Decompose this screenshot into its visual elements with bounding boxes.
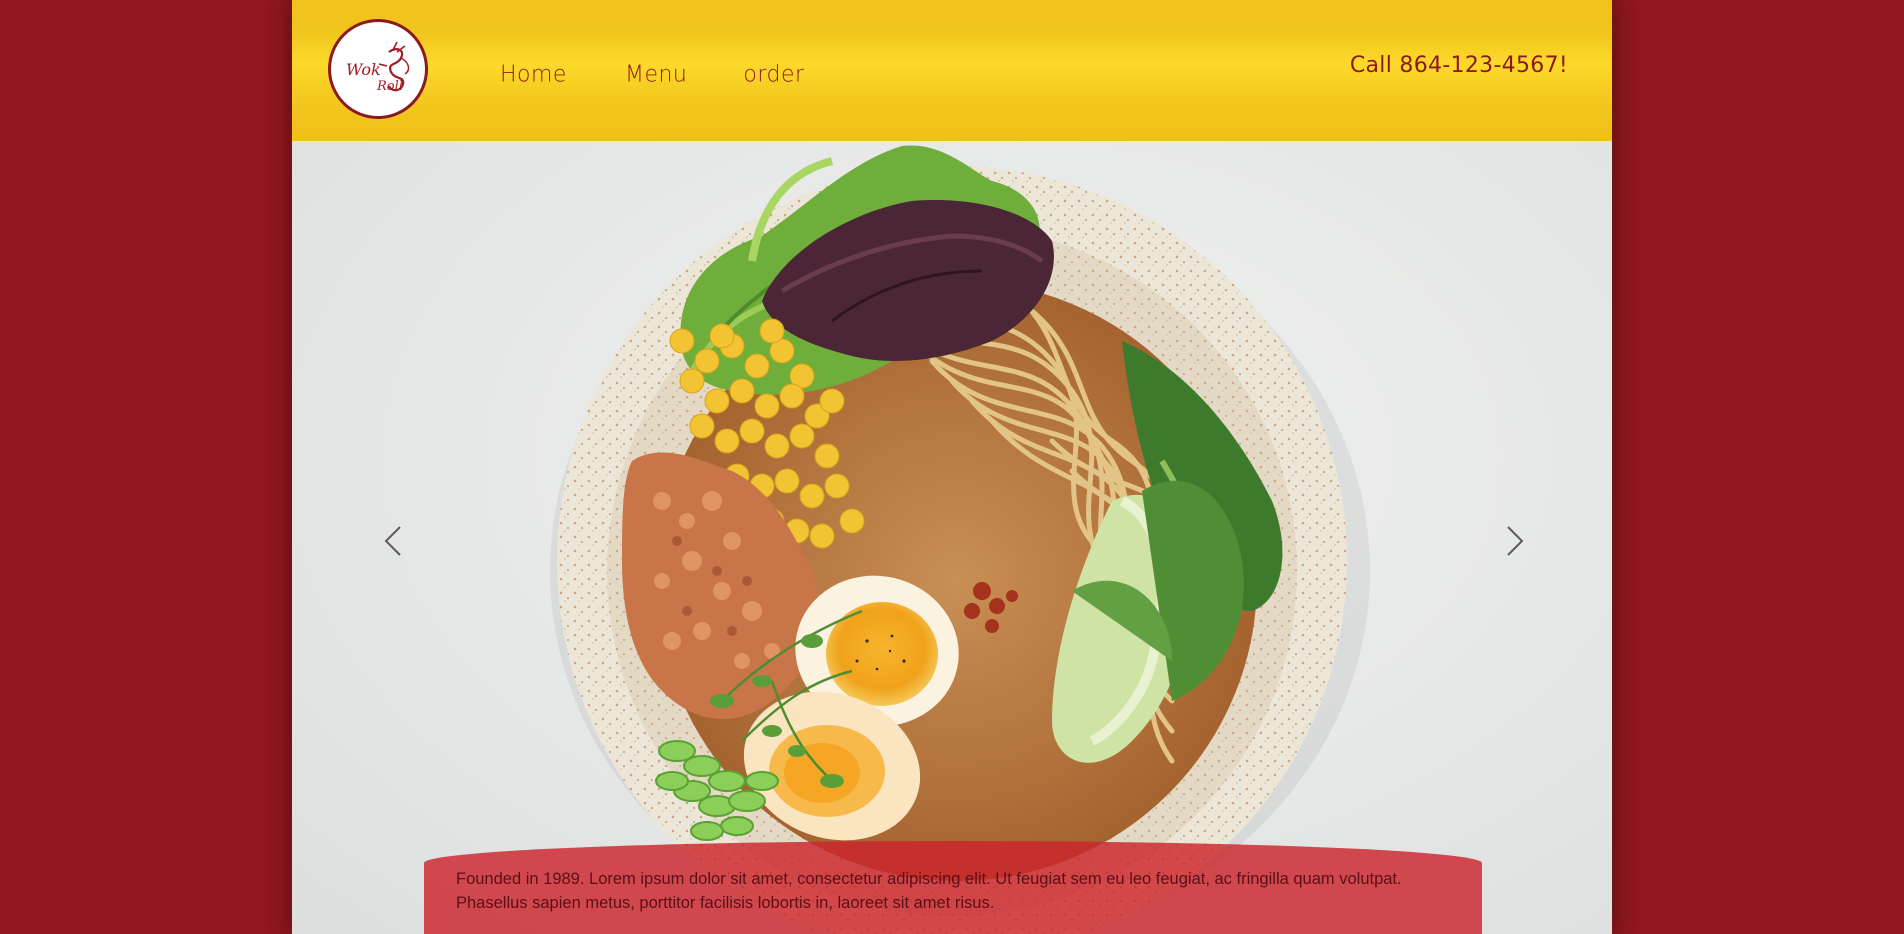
hero-caption: Founded in 1989. Lorem ipsum dolor sit a… bbox=[424, 841, 1482, 934]
chevron-right-icon[interactable] bbox=[1500, 521, 1530, 561]
logo-text-line1: Wok bbox=[346, 60, 381, 79]
nav-item-menu[interactable]: Menu bbox=[625, 61, 687, 87]
hero-carousel: Founded in 1989. Lorem ipsum dolor sit a… bbox=[292, 141, 1612, 934]
ramen-bowl-image bbox=[550, 145, 1370, 934]
nav-item-home[interactable]: Home bbox=[500, 61, 567, 87]
caption-line-1: Founded in 1989. Lorem ipsum dolor sit a… bbox=[456, 870, 1402, 888]
logo[interactable]: Wok Roll bbox=[328, 19, 428, 119]
logo-text-line2: Roll bbox=[376, 79, 403, 94]
main-nav: Home Menu order bbox=[500, 61, 863, 87]
page-container: Wok Roll Home Menu order Call 864-123-45… bbox=[292, 0, 1612, 934]
nav-item-order[interactable]: order bbox=[743, 61, 804, 87]
caption-line-2: Phasellus sapien metus, porttitor facili… bbox=[456, 894, 995, 912]
phone-number[interactable]: Call 864-123-4567! bbox=[1350, 53, 1568, 78]
chevron-left-icon[interactable] bbox=[378, 521, 408, 561]
site-header: Wok Roll Home Menu order Call 864-123-45… bbox=[292, 0, 1612, 141]
dragon-logo-icon: Wok Roll bbox=[346, 41, 410, 94]
